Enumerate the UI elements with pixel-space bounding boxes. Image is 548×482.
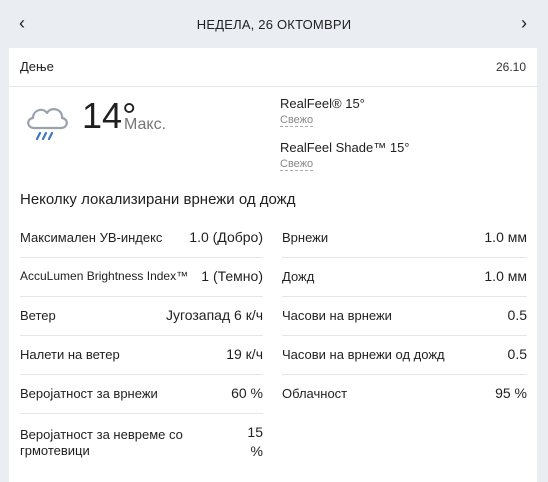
detail-key: Дожд bbox=[282, 269, 315, 284]
detail-key: Веројатност за невреме со грмотевици bbox=[20, 427, 183, 458]
detail-value: 0.5 bbox=[507, 346, 527, 362]
period-date: 26.10 bbox=[495, 60, 526, 74]
detail-value: 1.0 мм bbox=[484, 229, 527, 245]
detail-value: 19 к/ч bbox=[226, 346, 263, 362]
detail-row-uv-index: Максимален УВ-индекс 1.0 (Добро) bbox=[20, 219, 263, 258]
realfeel-shade-value: RealFeel Shade™ 15° bbox=[280, 140, 410, 155]
details-left-column: Максимален УВ-индекс 1.0 (Добро) AccuLum… bbox=[20, 219, 263, 464]
detail-value: 0.5 bbox=[507, 307, 527, 323]
detail-key: Облачност bbox=[282, 386, 348, 401]
detail-row-rain: Дожд 1.0 мм bbox=[282, 258, 527, 297]
detail-row-thunderstorm-probability: Веројатност за невреме со грмотевици 15 … bbox=[20, 414, 263, 464]
detail-row-precip-probability: Веројатност за врнежи 60 % bbox=[20, 375, 263, 414]
detail-value: 1.0 (Добро) bbox=[189, 229, 263, 245]
detail-row-brightness: AccuLumen Brightness Index™ 1 (Темно) bbox=[20, 258, 263, 297]
detail-row-hours-precip: Часови на врнежи 0.5 bbox=[282, 297, 527, 336]
detail-key: Ветер bbox=[20, 308, 56, 323]
day-navigation-bar: ‹ НЕДЕЛА, 26 ОКТОМВРИ › bbox=[0, 0, 548, 48]
day-forecast-card: Дење 26.10 14° Макс. RealFeel® 15° Свежо… bbox=[9, 48, 537, 482]
realfeel-shade-description[interactable]: Свежо bbox=[280, 158, 314, 171]
max-temperature-label: Макс. bbox=[124, 116, 167, 133]
detail-key: AccuLumen Brightness Index™ bbox=[20, 269, 189, 283]
detail-row-hours-rain: Часови на врнежи од дожд 0.5 bbox=[282, 336, 527, 375]
detail-key: Часови на врнежи од дожд bbox=[282, 347, 445, 362]
detail-key: Веројатност за врнежи bbox=[20, 386, 158, 401]
realfeel: RealFeel® 15° Свежо bbox=[280, 96, 365, 127]
detail-key: Налети на ветер bbox=[20, 347, 120, 362]
detail-key: Часови на врнежи bbox=[282, 308, 392, 323]
detail-row-cloud-cover: Облачност 95 % bbox=[282, 375, 527, 413]
detail-value: 95 % bbox=[495, 385, 527, 401]
realfeel-description[interactable]: Свежо bbox=[280, 114, 314, 127]
detail-value: 1.0 мм bbox=[484, 268, 527, 284]
detail-value: Југозапад 6 к/ч bbox=[165, 307, 263, 323]
detail-value: 15 % bbox=[247, 424, 263, 459]
detail-key: Врнежи bbox=[282, 230, 329, 245]
selected-date-label: НЕДЕЛА, 26 ОКТОМВРИ bbox=[196, 16, 352, 32]
details-right-column: Врнежи 1.0 мм Дожд 1.0 мм Часови на врне… bbox=[282, 219, 527, 413]
forecast-phrase: Неколку локализирани врнежи од дожд bbox=[20, 191, 296, 208]
detail-key: Максимален УВ-индекс bbox=[20, 230, 163, 245]
card-header: Дење 26.10 bbox=[9, 48, 537, 87]
realfeel-value: RealFeel® 15° bbox=[280, 96, 365, 111]
realfeel-shade: RealFeel Shade™ 15° Свежо bbox=[280, 140, 410, 171]
detail-row-wind: Ветер Југозапад 6 к/ч bbox=[20, 297, 263, 336]
detail-value: 1 (Темно) bbox=[201, 268, 263, 284]
detail-value: 60 % bbox=[231, 385, 263, 401]
chevron-right-icon[interactable]: › bbox=[514, 13, 534, 33]
detail-row-wind-gusts: Налети на ветер 19 к/ч bbox=[20, 336, 263, 375]
detail-row-precipitation: Врнежи 1.0 мм bbox=[282, 219, 527, 258]
period-title: Дење bbox=[20, 59, 54, 74]
cloud-rain-icon bbox=[27, 108, 68, 141]
chevron-left-icon[interactable]: ‹ bbox=[12, 13, 32, 33]
